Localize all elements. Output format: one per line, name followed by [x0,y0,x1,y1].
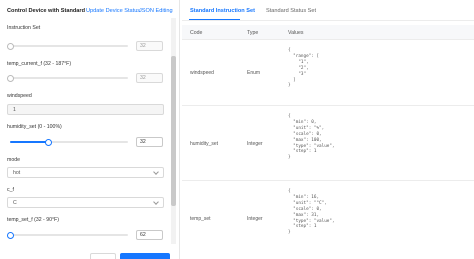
cell-code: humidity_set [190,141,219,147]
temp-current-input[interactable] [136,73,163,83]
chevron-down-icon [153,169,159,175]
field-label-mode: mode [7,157,20,163]
cell-values: { "range": [ "1", "2", "3" ] } [288,48,320,89]
field-label-c-f: c_f [7,187,14,193]
mode-select[interactable]: hot [7,167,164,178]
chevron-down-icon [153,199,159,205]
column-header-values: Values [288,30,304,36]
panel-header: Control Device with Standard Update Devi… [0,0,180,20]
scrollbar[interactable] [171,18,176,244]
cancel-button[interactable] [90,253,116,259]
cell-type: Integer [247,141,263,147]
tab-standard-instruction-set[interactable]: Standard Instruction Set [190,8,255,14]
field-label-windspeed: windspeed [7,93,32,99]
select-value: 1 [13,107,16,113]
table-row: temp_set Integer { "min": 16, "unit": "°… [182,181,474,259]
c-f-select[interactable]: C [7,197,164,208]
scrollbar-thumb[interactable] [171,56,176,206]
field-label-temp-current-f: temp_current_f (32 - 187°F) [7,61,72,67]
cell-values: { "min": 0, "unit": "%", "scale": 0, "ma… [288,114,335,161]
cell-values: { "min": 16, "unit": "°C", "scale": 0, "… [288,189,335,236]
slider-handle[interactable] [7,231,14,239]
slider-handle[interactable] [7,74,14,82]
humidity-slider[interactable] [10,138,128,146]
cell-code: temp_set [190,216,211,222]
tab-update-device-status[interactable]: Update Device Status [86,8,140,14]
table-header: Code Type Values [182,25,474,40]
cell-type: Integer [247,216,263,222]
number-input[interactable] [136,41,163,51]
panel-title: Control Device with Standard [7,8,86,14]
slider-fill [10,141,48,143]
temp-set-input[interactable] [136,230,163,240]
temp-set-slider[interactable] [7,231,128,239]
tab-divider [182,20,474,21]
slider-handle[interactable] [45,138,52,146]
table-row: windspeed Enum { "range": [ "1", "2", "3… [182,40,474,106]
section-label-instruction-set: Instruction Set [7,25,41,31]
slider-track[interactable] [7,42,128,50]
send-command-button[interactable] [120,253,170,259]
column-header-code: Code [190,30,203,36]
field-label-temp-set-f: temp_set_f (32 - 90°F) [7,217,59,223]
windspeed-select[interactable]: 1 [7,104,164,115]
column-header-type: Type [247,30,259,36]
control-panel: Control Device with Standard Update Devi… [0,0,180,259]
instruction-reference-panel: Standard Instruction Set Standard Status… [182,0,474,259]
select-value: hot [13,170,21,176]
tab-standard-status-set[interactable]: Standard Status Set [266,8,316,14]
slider-handle[interactable] [7,42,14,50]
temp-current-slider[interactable] [7,74,128,82]
cell-code: windspeed [190,70,214,76]
cell-type: Enum [247,70,261,76]
field-label-humidity-set: humidity_set (0 - 100%) [7,124,62,130]
select-value: C [13,200,17,206]
tab-json-editing[interactable]: JSON Editing [139,8,173,14]
table-row: humidity_set Integer { "min": 0, "unit":… [182,106,474,181]
humidity-input[interactable] [136,137,163,147]
